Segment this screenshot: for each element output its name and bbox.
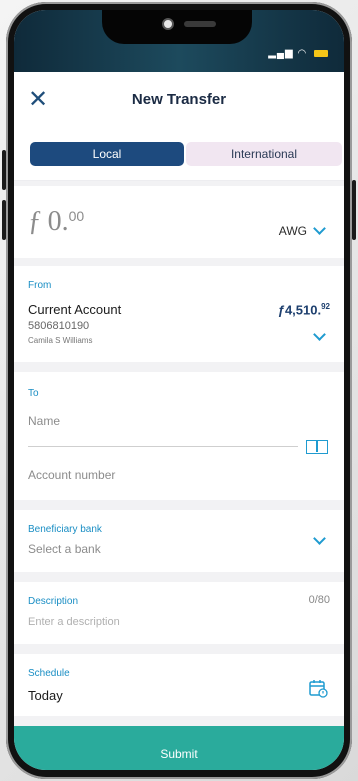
notch: [102, 10, 252, 44]
from-account-section[interactable]: From Current Account 5806810190 Camila S…: [14, 266, 344, 362]
screen: ▂▄▆ ◠ ✕ New Transfer Local International…: [14, 10, 344, 770]
amount-input[interactable]: ƒ 0.00: [28, 206, 84, 238]
description-input[interactable]: Enter a description: [28, 616, 120, 628]
from-account-dropdown[interactable]: [313, 328, 326, 346]
wifi-icon: ◠: [297, 48, 308, 59]
battery-icon: [314, 49, 328, 57]
schedule-label: Schedule: [28, 668, 70, 679]
header: ✕ New Transfer: [14, 72, 344, 128]
amount-decimals: 00: [68, 208, 85, 224]
from-label: From: [28, 280, 52, 291]
chevron-down-icon: [313, 328, 326, 341]
address-book-icon[interactable]: [306, 440, 328, 454]
account-number-input[interactable]: Account number: [28, 468, 115, 482]
to-label: To: [28, 388, 39, 399]
from-account-name: Current Account: [28, 302, 122, 317]
bank-dropdown[interactable]: [313, 532, 326, 550]
description-counter: 0/80: [308, 594, 330, 606]
beneficiary-bank-section[interactable]: Beneficiary bank Select a bank: [14, 510, 344, 572]
amount-value: 0.: [47, 206, 69, 237]
calendar-icon[interactable]: [308, 678, 328, 698]
from-account-owner: Camila S Williams: [28, 336, 93, 345]
submit-button[interactable]: Submit: [14, 726, 344, 770]
description-section: Description 0/80 Enter a description: [14, 582, 344, 644]
signal-icon: ▂▄▆: [268, 48, 294, 59]
to-section: To Name Account number: [14, 372, 344, 500]
tab-local[interactable]: Local: [30, 142, 184, 166]
chevron-down-icon: [313, 532, 326, 545]
schedule-value[interactable]: Today: [28, 688, 63, 703]
name-input-underline: [28, 446, 298, 447]
power-button: [352, 180, 356, 240]
description-label: Description: [28, 596, 79, 607]
name-input[interactable]: Name: [28, 414, 60, 428]
account-balance: ƒ4,510.92: [278, 302, 330, 317]
beneficiary-bank-label: Beneficiary bank: [28, 524, 102, 535]
from-account-number: 5806810190: [28, 320, 90, 332]
schedule-section: Schedule Today: [14, 654, 344, 716]
page-title: New Transfer: [131, 91, 227, 108]
camera-icon: [162, 18, 174, 30]
balance-cents: 92: [321, 302, 330, 311]
currency-select[interactable]: AWG: [278, 222, 326, 238]
phone-frame: ▂▄▆ ◠ ✕ New Transfer Local International…: [0, 0, 358, 781]
currency-symbol: ƒ: [28, 206, 42, 237]
amount-section: ƒ 0.00 AWG: [14, 186, 344, 258]
status-icons: ▂▄▆ ◠: [268, 48, 328, 59]
speaker-icon: [184, 21, 216, 27]
currency-code: AWG: [278, 224, 307, 238]
balance-main: ƒ4,510.: [277, 302, 322, 318]
status-bar: ▂▄▆ ◠: [14, 10, 344, 72]
tab-international[interactable]: International: [186, 142, 342, 166]
chevron-down-icon: [313, 222, 326, 235]
transfer-type-tabs: Local International: [14, 128, 344, 181]
bank-select[interactable]: Select a bank: [28, 542, 101, 556]
